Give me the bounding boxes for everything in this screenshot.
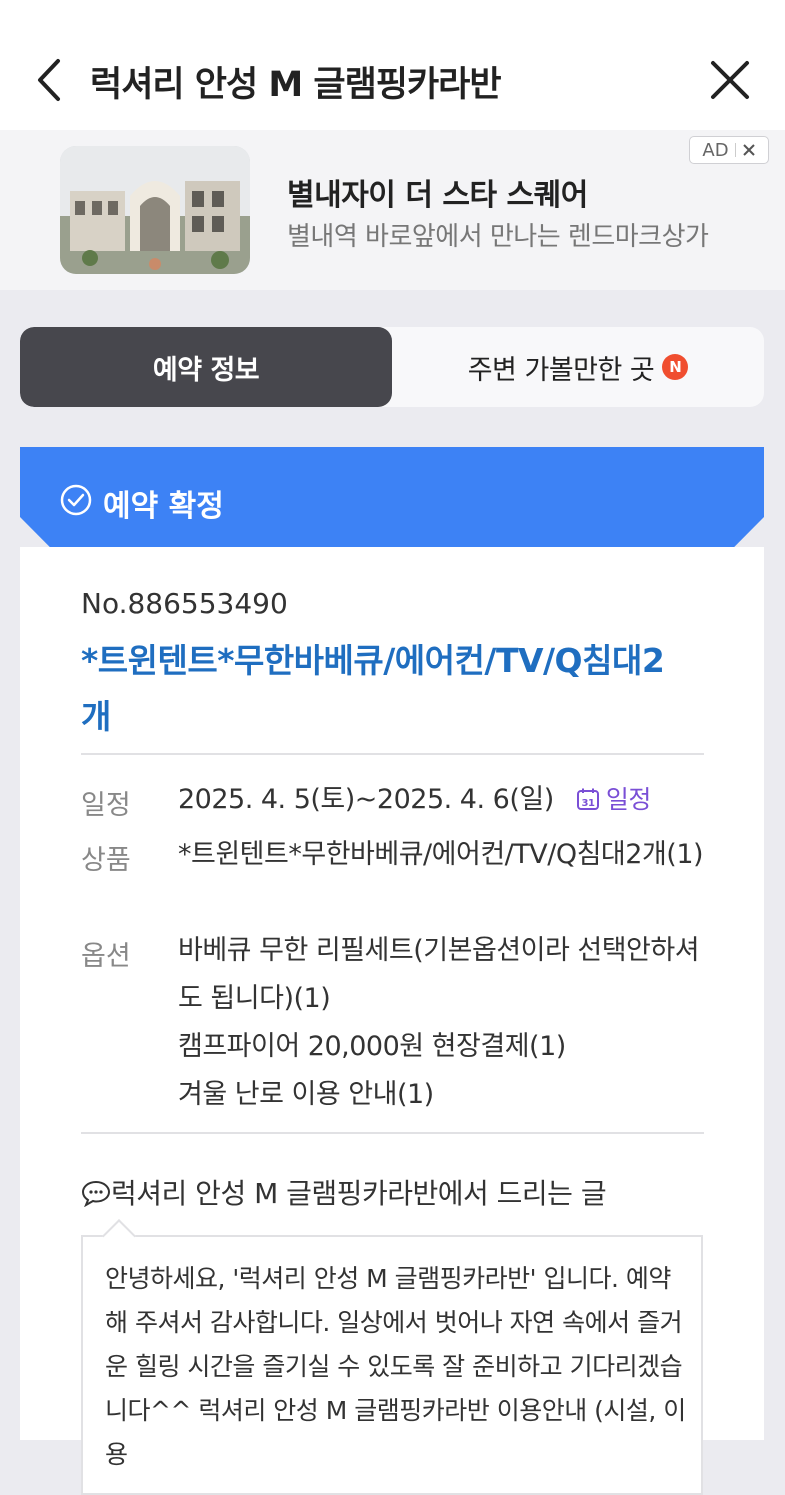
ad-badge-divider [734, 143, 736, 157]
back-button[interactable] [30, 55, 70, 105]
tab-nearby-places[interactable]: 주변 가볼만한 곳 N [392, 327, 764, 407]
product-label: 상품 [81, 845, 131, 876]
tab-bar: 예약 정보 주변 가볼만한 곳 N [20, 327, 764, 407]
ad-close-icon[interactable] [742, 143, 756, 157]
ad-description: 별내역 바로앞에서 만나는 렌드마크상가 [287, 222, 709, 252]
option-item: 겨울 난로 이용 안내(1) [178, 1079, 434, 1110]
ad-thumbnail [60, 146, 250, 274]
option-item: 캠프파이어 20,000원 현장결제(1) [178, 1031, 566, 1062]
schedule-value: 2025. 4. 5(토)~2025. 4. 6(일) [178, 784, 554, 815]
page-title: 럭셔리 안성 M 글램핑카라반 [90, 65, 502, 105]
schedule-label: 일정 [81, 790, 131, 821]
product-value: *트윈텐트*무한바베큐/에어컨/TV/Q침대2개(1) [178, 839, 704, 870]
divider [81, 1132, 704, 1134]
tab-reservation-info[interactable]: 예약 정보 [20, 327, 392, 407]
tab-label: 예약 정보 [152, 354, 260, 386]
ad-badge[interactable]: AD [689, 136, 769, 164]
reservation-number: No.886553490 [81, 587, 288, 620]
new-badge: N [662, 354, 689, 380]
host-message-title-text: 럭셔리 안성 M 글램핑카라반에서 드리는 글 [111, 1177, 607, 1210]
calendar-link-label: 일정 [605, 785, 652, 814]
host-message-body: 안녕하세요, '럭셔리 안성 M 글램핑카라반' 입니다. 예약해 주셔서 감사… [105, 1264, 686, 1469]
divider [81, 753, 704, 755]
ad-banner[interactable]: 별내자이 더 스타 스퀘어 별내역 바로앞에서 만나는 렌드마크상가 AD [0, 130, 785, 290]
host-message-box: 안녕하세요, '럭셔리 안성 M 글램핑카라반' 입니다. 예약해 주셔서 감사… [81, 1219, 703, 1495]
options-label: 옵션 [81, 941, 131, 972]
option-item: 바베큐 무한 리필세트(기본옵션이라 선택안하셔도 됩니다)(1) [178, 935, 700, 1014]
calendar-icon: 31 [576, 788, 599, 810]
close-button[interactable] [705, 55, 755, 105]
schedule-row: 2025. 4. 5(토)~2025. 4. 6(일) 31 일정 [178, 776, 708, 824]
reservation-card: No.886553490 *트윈텐트*무한바베큐/에어컨/TV/Q침대2개 일정… [20, 547, 764, 1495]
tab-label: 주변 가볼만한 곳 [467, 354, 655, 386]
app-header: 럭셔리 안성 M 글램핑카라반 [0, 0, 785, 130]
chat-bubble-icon [81, 1180, 111, 1208]
product-title[interactable]: *트윈텐트*무한바베큐/에어컨/TV/Q침대2개 [81, 633, 681, 745]
message-pointer [102, 1219, 136, 1253]
status-banner: 예약 확정 [20, 447, 764, 547]
add-to-calendar-link[interactable]: 31 일정 [576, 785, 651, 814]
close-icon [711, 61, 749, 99]
ad-title: 별내자이 더 스타 스퀘어 [287, 178, 588, 213]
chevron-left-icon [38, 59, 60, 101]
options-list: 바베큐 무한 리필세트(기본옵션이라 선택안하셔도 됩니다)(1) 캠프파이어 … [178, 927, 708, 1119]
host-message-title: 럭셔리 안성 M 글램핑카라반에서 드리는 글 [81, 1172, 607, 1212]
svg-text:31: 31 [581, 798, 594, 809]
status-label: 예약 확정 [103, 489, 224, 524]
check-circle-icon [60, 484, 92, 516]
ad-label: AD [702, 139, 729, 161]
